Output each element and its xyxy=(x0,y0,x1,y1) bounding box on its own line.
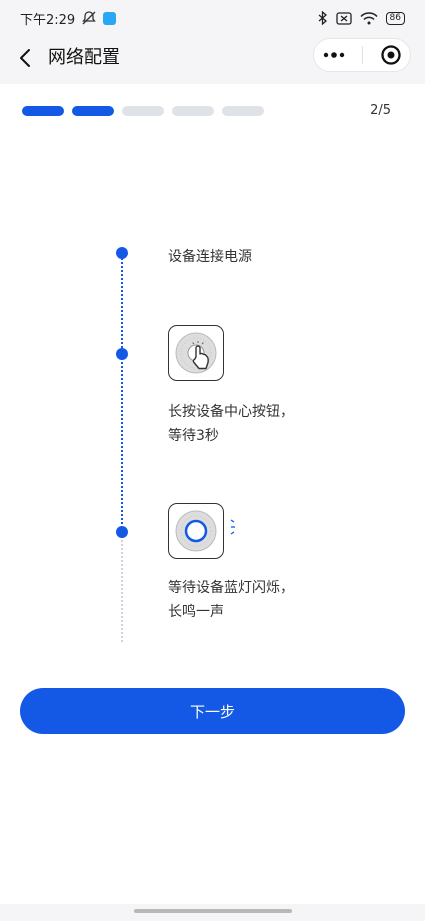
timeline-line-fade xyxy=(121,532,123,642)
timeline-dot xyxy=(116,247,128,259)
target-icon[interactable] xyxy=(380,44,402,66)
status-left: 下午2:29 xyxy=(20,9,117,28)
capsule-divider xyxy=(361,46,363,64)
progress-step-1 xyxy=(22,106,64,116)
back-icon[interactable] xyxy=(14,46,38,70)
app-icon xyxy=(103,11,117,25)
progress-steps xyxy=(22,106,264,116)
device-light-illustration xyxy=(168,503,224,559)
page-title: 网络配置 xyxy=(48,47,120,68)
step-1-text: 设备连接电源 xyxy=(168,249,252,265)
step-2-text: 长按设备中心按钮， 等待3秒 xyxy=(168,404,294,444)
battery-icon: 86 xyxy=(385,11,405,25)
status-time: 下午2:29 xyxy=(20,12,76,28)
main-content: 2/5 设备连接电源 长按设备中心按钮， 等待3秒 等待设备蓝灯闪烁， 长鸣一声 xyxy=(0,84,425,904)
no-sim-icon xyxy=(335,11,352,25)
progress-step-3 xyxy=(122,106,164,116)
progress-step-5 xyxy=(222,106,264,116)
device-blue-light-icon xyxy=(175,510,217,552)
timeline-line xyxy=(121,254,123,524)
wifi-icon xyxy=(360,11,378,24)
timeline-dot xyxy=(116,348,128,360)
step-counter: 2/5 xyxy=(370,103,391,118)
progress-step-2 xyxy=(72,106,114,116)
status-bar: 下午2:29 86 xyxy=(0,0,425,36)
bluetooth-icon xyxy=(318,11,327,25)
progress-step-4 xyxy=(172,106,214,116)
more-icon[interactable] xyxy=(323,51,345,59)
device-press-illustration xyxy=(168,325,224,381)
step-3-text: 等待设备蓝灯闪烁， 长鸣一声 xyxy=(168,580,294,620)
home-indicator[interactable] xyxy=(134,909,292,913)
status-right: 86 xyxy=(318,11,405,25)
menu-capsule xyxy=(313,38,411,72)
device-press-icon xyxy=(175,332,217,374)
timeline-dot xyxy=(116,526,128,538)
next-step-button[interactable]: 下一步 xyxy=(20,688,405,734)
nav-bar: 网络配置 xyxy=(0,36,425,80)
blink-icon xyxy=(230,519,235,535)
muted-bell-icon xyxy=(82,11,97,25)
